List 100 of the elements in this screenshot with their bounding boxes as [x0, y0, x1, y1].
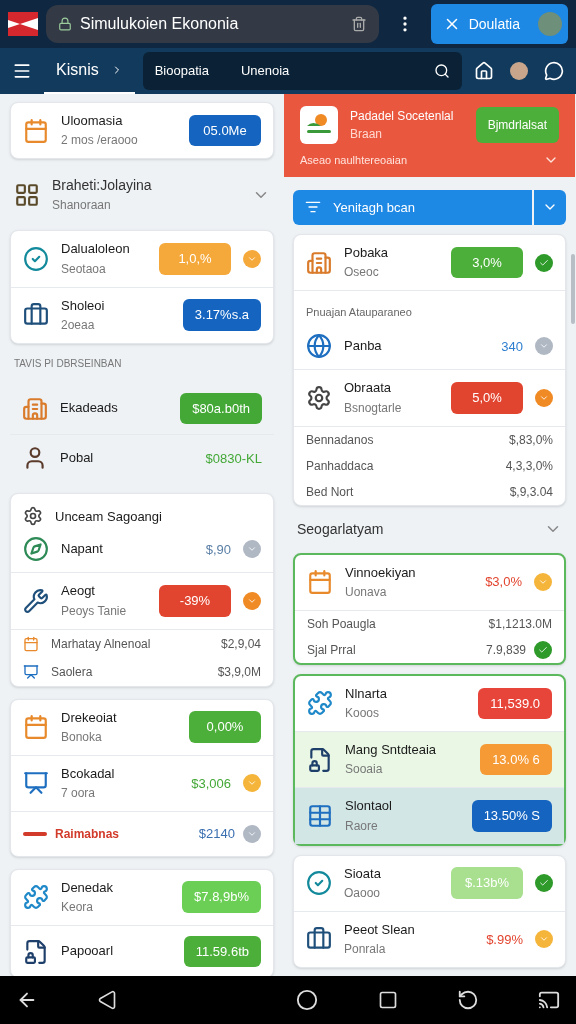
entry-value: 4,3,3,0%	[505, 457, 553, 475]
value-badge: $80a.b0th	[180, 392, 262, 425]
dropdown-button[interactable]	[534, 189, 566, 225]
item-subtitle: Bsnogtarle	[344, 400, 403, 416]
item-title: Obraata	[344, 380, 392, 397]
trash-icon[interactable]	[350, 16, 367, 32]
search-term: Unenoia	[240, 62, 290, 81]
item-title: Unceam Sagoangi	[55, 507, 162, 526]
item-subtitle: Oaooo	[344, 885, 382, 901]
value-amount: $0830-KL	[205, 449, 262, 468]
page-title: Simulukoien Ekononia	[80, 14, 240, 34]
value-badge: 13.0% 6	[480, 743, 552, 776]
item-title: Bcokadal	[61, 765, 116, 782]
caption-text: Pnuajan Atauparaneo	[306, 306, 412, 319]
value-amount: $.99%	[486, 930, 523, 949]
banner-subtitle: Braan	[350, 126, 384, 143]
item-subtitle: Sooaia	[345, 762, 384, 778]
chat-icon[interactable]	[544, 61, 564, 81]
item-subtitle: Bonoka	[61, 729, 103, 745]
alert-text: Raimabnas	[55, 825, 121, 843]
scrollbar[interactable]	[571, 254, 575, 324]
entry-value: $2,9,04	[220, 635, 261, 653]
globe-icon	[306, 333, 332, 360]
entry-value: $,83,0%	[508, 431, 553, 449]
value-amount: $,90	[205, 540, 231, 559]
item-title: Nlnarta	[345, 685, 388, 702]
search-icon[interactable]	[434, 63, 450, 79]
calendar-icon	[23, 635, 39, 652]
nav-tab[interactable]: Kisnis	[44, 48, 135, 94]
recents-icon[interactable]	[377, 990, 398, 1010]
back-triangle-icon[interactable]	[97, 990, 118, 1010]
value-badge: 0,00%	[189, 711, 261, 743]
wrench-icon	[23, 587, 49, 614]
calendar-icon	[23, 714, 49, 741]
filter-select[interactable]: Yenitagh bcan	[293, 189, 532, 225]
gear-icon	[306, 384, 332, 411]
grid-icon	[14, 181, 40, 208]
avatar[interactable]	[510, 62, 528, 80]
section-title: Braheti:Jolayina	[52, 176, 153, 196]
value-badge: 5,0%	[451, 382, 523, 414]
menu-icon[interactable]	[12, 61, 32, 81]
item-title: Ekadeads	[60, 400, 119, 417]
flag-icon	[8, 12, 38, 36]
item-title: Peeot Slean	[344, 921, 416, 938]
entry-label: Bennadanos	[306, 431, 375, 449]
table-icon	[307, 802, 333, 829]
value-amount: $3,006	[191, 774, 231, 793]
home-icon[interactable]	[474, 61, 494, 81]
entry-label: Panhaddaca	[306, 457, 375, 475]
search-field[interactable]: Bioopatia Unenoia	[142, 52, 462, 90]
item-subtitle: Uonava	[345, 584, 388, 600]
item-title: Napant	[61, 541, 104, 558]
lock-icon	[58, 17, 72, 31]
calendar-icon	[23, 117, 49, 144]
home-circle-icon[interactable]	[296, 989, 319, 1011]
building-icon	[306, 249, 332, 276]
value-amount: $2140	[198, 825, 235, 843]
item-title: Panba	[344, 338, 383, 355]
entry-value: $1,1213.0M	[488, 615, 552, 633]
value-badge: 13.50% S	[471, 800, 552, 832]
item-title: Slontaol	[345, 798, 393, 815]
entry-label: Marhatay Alnenoal	[51, 635, 152, 653]
puzzle-icon	[23, 884, 49, 911]
item-subtitle: 7 oora	[61, 786, 97, 801]
search-term: Bioopatia	[154, 62, 209, 81]
item-subtitle: Seotaoa	[61, 261, 107, 277]
section-title: Seogarlatyam	[297, 519, 385, 539]
section-subtitle: Shanoraan	[52, 197, 112, 215]
banner-note: Aseao naulhtereoaian	[300, 153, 409, 168]
close-tab-button[interactable]: Doulatia	[430, 4, 532, 44]
value-badge: 1,0,%	[159, 243, 231, 275]
value-amount: $3,0%	[485, 573, 522, 592]
rotate-icon[interactable]	[456, 989, 479, 1011]
address-bar[interactable]: Simulukoien Ekononia	[46, 5, 379, 43]
app-icon	[300, 106, 338, 144]
value-badge: 11,539.0	[478, 687, 552, 720]
item-subtitle: 2 mos /eraooo	[61, 133, 139, 149]
item-subtitle: Ponrala	[344, 942, 387, 957]
item-subtitle: 2oeaa	[61, 317, 96, 333]
value-badge: 3.17%s.a	[182, 299, 261, 331]
item-title: Aeogt	[61, 583, 96, 600]
item-title: Pobal	[60, 450, 95, 467]
entry-value: 7.9,839	[485, 641, 526, 659]
highlighted-row[interactable]: Slontaol Raore 13.50% S	[295, 788, 564, 844]
gear-icon	[23, 506, 43, 527]
entry-value: $,9,3.04	[509, 483, 553, 501]
value-badge: $.13b%	[451, 867, 523, 899]
entry-label: Sjal Prral	[307, 641, 357, 659]
item-title: Uloomasia	[61, 113, 124, 130]
item-title: Vinnoekiyan	[345, 564, 417, 581]
value-badge: $7.8,9b%	[182, 881, 261, 913]
item-title: Drekeoiat	[61, 709, 118, 726]
entry-label: Bed Nort	[306, 483, 355, 501]
value-badge: 3,0%	[451, 246, 523, 279]
highlighted-row[interactable]: Mang Sntdteaia Sooaia 13.0% 6	[295, 732, 564, 789]
cast-icon[interactable]	[537, 989, 560, 1011]
item-title: Sholeoi	[61, 297, 106, 314]
value-badge: -39%	[159, 585, 231, 617]
check-circle-icon	[23, 245, 49, 272]
group-label: TAVIS PI DBRSEINBAN	[13, 356, 123, 371]
